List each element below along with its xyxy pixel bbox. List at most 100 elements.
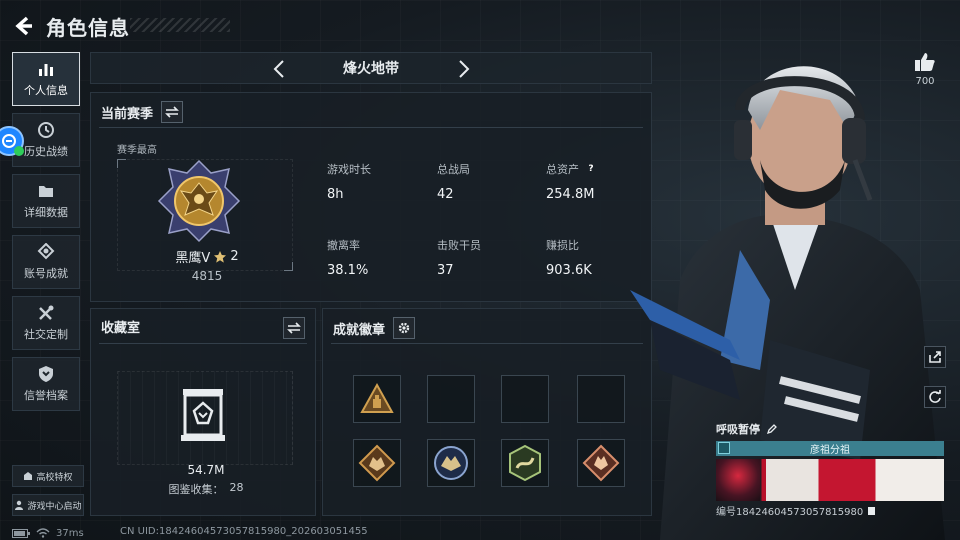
achievements-title: 成就徽章 xyxy=(333,322,386,338)
mode-title: 烽火地带 xyxy=(343,61,399,77)
sidebar-item-social[interactable]: 社交定制 xyxy=(12,296,80,350)
badge-slot[interactable] xyxy=(427,439,475,487)
badge-slot[interactable] xyxy=(577,439,625,487)
player-name: 呼吸暂停 xyxy=(716,420,946,438)
achievement-settings-button[interactable] xyxy=(393,317,416,339)
edit-pencil-icon[interactable] xyxy=(766,423,778,435)
sidebar-item-label: 账号成就 xyxy=(24,267,68,280)
sidebar-item-label: 历史战绩 xyxy=(24,145,68,158)
star-icon xyxy=(214,250,227,263)
clock-icon xyxy=(38,122,54,138)
share-button[interactable] xyxy=(924,346,946,368)
thumbs-up-icon xyxy=(915,53,935,71)
collection-title: 收藏室 xyxy=(101,321,141,336)
sidebar-item-label: 个人信息 xyxy=(24,84,68,97)
page-title: 角色信息 xyxy=(46,15,130,40)
like-count: 700 xyxy=(915,76,935,87)
chevron-left-icon[interactable] xyxy=(267,57,291,81)
stat-label: 总战局 xyxy=(437,163,470,176)
back-arrow-icon[interactable] xyxy=(10,13,36,39)
assistant-bubble-icon[interactable] xyxy=(0,126,24,156)
copy-icon[interactable] xyxy=(867,506,876,516)
sidebar-item-label: 社交定制 xyxy=(24,328,68,341)
season-panel: 当前赛季 赛季最高 黑鹰V 2 4815 游戏时长 8h 总战局 42 总资产 … xyxy=(90,92,652,302)
stat-total-matches: 总战局 42 xyxy=(437,161,537,202)
divider xyxy=(99,343,307,344)
eagle-badge-icon xyxy=(434,446,468,480)
help-icon[interactable]: ? xyxy=(585,163,597,175)
divider xyxy=(331,343,643,344)
title-decoration xyxy=(130,18,230,32)
mode-selector: 烽火地带 xyxy=(90,52,652,84)
stat-value: 38.1% xyxy=(327,263,369,278)
badge-slot[interactable] xyxy=(353,375,401,423)
stat-value: 8h xyxy=(327,187,344,202)
profile-banner[interactable] xyxy=(716,459,944,501)
chevron-right-icon[interactable] xyxy=(452,57,476,81)
player-uid: 编号1842460457305781598​0 xyxy=(716,503,946,518)
stat-kills: 击败干员 37 xyxy=(437,237,537,278)
stat-play-time: 游戏时长 8h xyxy=(327,161,427,202)
rank-stars: 2 xyxy=(230,249,239,264)
divider xyxy=(99,127,643,128)
medal-icon xyxy=(37,243,55,260)
tiger-badge-icon xyxy=(582,444,620,482)
wolf-badge-icon xyxy=(358,444,396,482)
group-emblem-icon xyxy=(718,442,730,454)
collection-value: 54.7M xyxy=(187,463,225,477)
footer-uid: CN UID:1842460457305781598​0_20260305145… xyxy=(120,526,368,537)
swap-icon xyxy=(165,106,179,118)
player-card: 呼吸暂停 彦祖分祖 编号1842460457305781598​0 xyxy=(716,420,946,518)
sidebar-item-achievements[interactable]: 账号成就 xyxy=(12,235,80,289)
shield-icon xyxy=(39,366,53,382)
battery-icon xyxy=(12,528,30,538)
sidebar-item-reputation[interactable]: 信誉档案 xyxy=(12,357,80,411)
sidebar: 个人信息 历史战绩 详细数据 账号成就 社交定制 信誉档案 xyxy=(12,52,82,418)
triangle-badge-icon xyxy=(360,382,394,413)
stat-label: 游戏时长 xyxy=(327,163,371,176)
sidebar-item-personal-info[interactable]: 个人信息 xyxy=(12,52,80,106)
group-name: 彦祖分祖 xyxy=(810,445,850,456)
ping-value: 37ms xyxy=(56,527,84,539)
achievements-panel: 成就徽章 xyxy=(322,308,652,516)
badge-slot-empty[interactable] xyxy=(577,375,625,423)
refresh-icon xyxy=(929,390,941,403)
swap-season-button[interactable] xyxy=(161,101,184,123)
folder-icon xyxy=(39,186,53,197)
tools-icon xyxy=(39,305,54,320)
sidebar-item-label: 信誉档案 xyxy=(24,389,68,402)
campus-label: 高校特权 xyxy=(36,472,73,483)
rank-score: 4815 xyxy=(191,269,223,283)
swap-collection-button[interactable] xyxy=(283,317,305,339)
swap-icon xyxy=(287,322,301,334)
wifi-icon xyxy=(36,528,50,538)
game-center-button[interactable]: 游戏中心启动 xyxy=(12,494,84,516)
badge-slot[interactable] xyxy=(353,439,401,487)
badge-slot-empty[interactable] xyxy=(501,375,549,423)
stat-extract-rate: 撤离率 38.1% xyxy=(327,237,427,278)
header: 角色信息 xyxy=(10,6,130,46)
badge-slot-empty[interactable] xyxy=(427,375,475,423)
avatar xyxy=(716,459,760,501)
collection-count-value: 28 xyxy=(229,481,244,494)
campus-icon xyxy=(24,472,33,480)
campus-privilege-button[interactable]: 高校特权 xyxy=(12,465,84,487)
stat-value: 42 xyxy=(437,187,454,202)
collection-count-label: 图鉴收集： xyxy=(168,483,224,496)
player-uid-text: 编号1842460457305781598​0 xyxy=(716,507,864,518)
share-icon xyxy=(929,351,941,363)
sidebar-item-detail-data[interactable]: 详细数据 xyxy=(12,174,80,228)
collection-count: 图鉴收集： 28 xyxy=(131,481,281,497)
rank-emblem-icon xyxy=(157,159,241,247)
rotate-button[interactable] xyxy=(924,386,946,408)
stat-label: 击败干员 xyxy=(437,239,481,252)
group-tag[interactable]: 彦祖分祖 xyxy=(716,441,944,456)
season-subtitle: 赛季最高 xyxy=(117,145,157,156)
player-name-text: 呼吸暂停 xyxy=(716,423,760,436)
like-widget[interactable]: 700 xyxy=(912,52,938,87)
display-case-icon[interactable] xyxy=(179,387,227,447)
rank-name-text: 黑鹰V xyxy=(175,251,211,266)
user-icon xyxy=(15,500,24,510)
badge-slot[interactable] xyxy=(501,439,549,487)
collection-panel: 收藏室 54.7M 图鉴收集： 28 xyxy=(90,308,316,516)
